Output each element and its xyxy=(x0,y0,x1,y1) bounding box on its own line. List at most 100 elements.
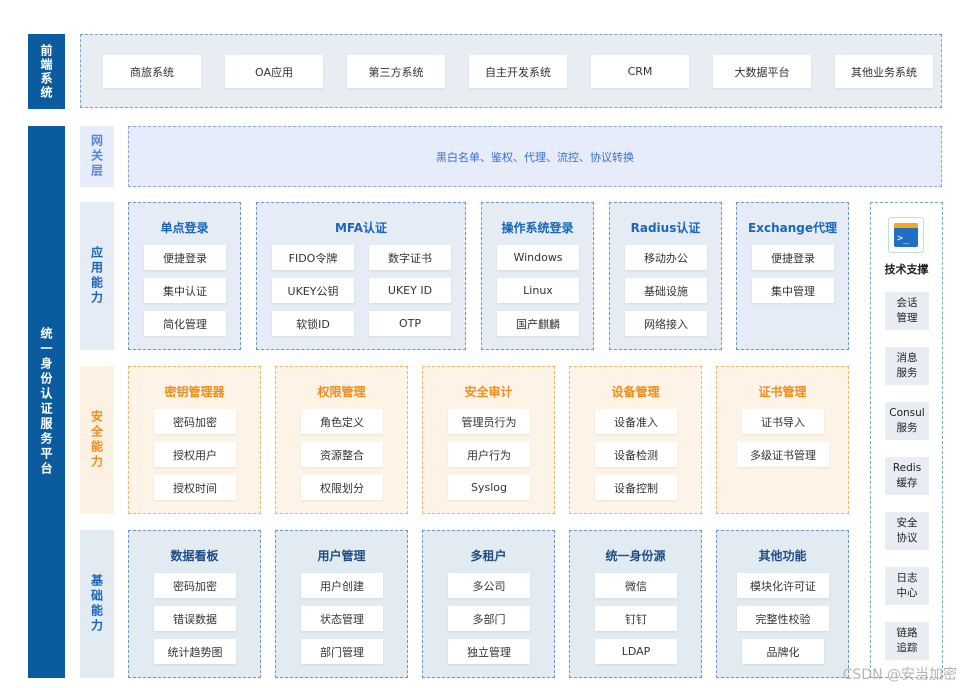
card-title: 密钥管理器 xyxy=(164,385,225,399)
card-item: LDAP xyxy=(595,639,677,664)
card-item: 多公司 xyxy=(448,573,530,598)
tech-item-redis: Redis 缓存 xyxy=(885,457,929,495)
card-item: 密码加密 xyxy=(154,573,236,598)
card-item: 用户创建 xyxy=(301,573,383,598)
card-title: 其他功能 xyxy=(758,549,807,563)
card-item: 统计趋势图 xyxy=(154,639,236,664)
card-item: 管理员行为 xyxy=(448,409,530,434)
card-item: Linux xyxy=(497,278,579,303)
card-item: 证书导入 xyxy=(742,409,824,434)
card-item: FIDO令牌 xyxy=(272,245,354,270)
card-item: 移动办公 xyxy=(625,245,707,270)
tech-item-tracing: 链路 追踪 xyxy=(885,622,929,660)
tech-item-consul: Consul 服务 xyxy=(885,402,929,440)
card-item: 便捷登录 xyxy=(752,245,834,270)
card-item: 用户行为 xyxy=(448,442,530,467)
card-radius: Radius认证 移动办公 基础设施 网络接入 xyxy=(609,202,722,350)
card-item: OTP xyxy=(369,311,451,336)
base-label: 基础能力 xyxy=(80,530,114,678)
card-item: 设备控制 xyxy=(595,475,677,500)
card-item: 密码加密 xyxy=(154,409,236,434)
frontend-label: 前端系统 xyxy=(28,34,65,109)
card-item: 便捷登录 xyxy=(144,245,226,270)
card-item: 授权用户 xyxy=(154,442,236,467)
card-item: 完整性校验 xyxy=(737,606,829,631)
card-item: 多部门 xyxy=(448,606,530,631)
card-title: 用户管理 xyxy=(317,549,366,563)
card-multi-tenant: 多租户 多公司 多部门 独立管理 xyxy=(422,530,555,678)
card-item: 设备准入 xyxy=(595,409,677,434)
card-title: 安全审计 xyxy=(464,385,513,399)
card-identity-source: 统一身份源 微信 钉钉 LDAP xyxy=(569,530,702,678)
card-item: UKEY公钥 xyxy=(272,278,354,303)
tech-item-message: 消息 服务 xyxy=(885,347,929,385)
card-title: MFA认证 xyxy=(334,221,388,235)
card-item: 设备检测 xyxy=(595,442,677,467)
card-os-login: 操作系统登录 Windows Linux 国产麒麟 xyxy=(481,202,594,350)
card-item: 错误数据 xyxy=(154,606,236,631)
card-audit: 安全审计 管理员行为 用户行为 Syslog xyxy=(422,366,555,514)
card-item: 独立管理 xyxy=(448,639,530,664)
card-item: 简化管理 xyxy=(144,311,226,336)
card-item: 模块化许可证 xyxy=(737,573,829,598)
card-title: 操作系统登录 xyxy=(501,221,574,235)
watermark: CSDN @安当加密 xyxy=(842,667,957,683)
card-title: Exchange代理 xyxy=(748,221,837,235)
system-chip: 自主开发系统 xyxy=(469,55,567,88)
card-item: Windows xyxy=(497,245,579,270)
card-key-manager: 密钥管理器 密码加密 授权用户 授权时间 xyxy=(128,366,261,514)
card-item: 状态管理 xyxy=(301,606,383,631)
card-item: Syslog xyxy=(448,475,530,500)
card-permission: 权限管理 角色定义 资源整合 权限划分 xyxy=(275,366,408,514)
card-item: 集中认证 xyxy=(144,278,226,303)
card-item: 多级证书管理 xyxy=(737,442,829,467)
card-item: 钉钉 xyxy=(595,606,677,631)
card-mfa: MFA认证 FIDO令牌 数字证书 UKEY公钥 UKEY ID 软锁ID OT… xyxy=(256,202,466,350)
card-item: 微信 xyxy=(595,573,677,598)
app-label: 应用能力 xyxy=(80,202,114,350)
gateway-label: 网关层 xyxy=(80,126,114,187)
gateway-panel: 黑白名单、鉴权、代理、流控、协议转换 xyxy=(128,126,942,187)
card-item: 部门管理 xyxy=(301,639,383,664)
card-title: 多租户 xyxy=(470,549,507,563)
card-title: 证书管理 xyxy=(758,385,807,399)
system-chip: CRM xyxy=(591,55,689,88)
card-item: 集中管理 xyxy=(752,278,834,303)
security-label: 安全能力 xyxy=(80,366,114,514)
tech-item-log-center: 日志 中心 xyxy=(885,567,929,605)
platform-label: 统一身份认证服务平台 xyxy=(28,126,65,678)
card-title: Radius认证 xyxy=(630,221,701,235)
card-title: 数据看板 xyxy=(170,549,219,563)
terminal-icon: >_ xyxy=(888,217,924,253)
gateway-text: 黑白名单、鉴权、代理、流控、协议转换 xyxy=(436,150,634,164)
frontend-systems-panel: 商旅系统 OA应用 第三方系统 自主开发系统 CRM 大数据平台 其他业务系统 xyxy=(80,34,942,108)
card-title: 单点登录 xyxy=(160,221,209,235)
card-item: 品牌化 xyxy=(742,639,824,664)
card-item: 资源整合 xyxy=(301,442,383,467)
card-item: 角色定义 xyxy=(301,409,383,434)
system-chip: 商旅系统 xyxy=(103,55,201,88)
system-chip: 大数据平台 xyxy=(713,55,811,88)
card-item: 网络接入 xyxy=(625,311,707,336)
card-title: 设备管理 xyxy=(611,385,660,399)
card-item: 数字证书 xyxy=(369,245,451,270)
card-certificate: 证书管理 证书导入 多级证书管理 xyxy=(716,366,849,514)
card-other-features: 其他功能 模块化许可证 完整性校验 品牌化 xyxy=(716,530,849,678)
card-title: 权限管理 xyxy=(317,385,366,399)
tech-support-title: 技术支撑 xyxy=(884,263,929,276)
card-item: 权限划分 xyxy=(301,475,383,500)
card-user-mgmt: 用户管理 用户创建 状态管理 部门管理 xyxy=(275,530,408,678)
system-chip: 第三方系统 xyxy=(347,55,445,88)
card-title: 统一身份源 xyxy=(605,549,666,563)
card-item: 授权时间 xyxy=(154,475,236,500)
card-device: 设备管理 设备准入 设备检测 设备控制 xyxy=(569,366,702,514)
tech-item-session: 会话 管理 xyxy=(885,292,929,330)
card-item: 软锁ID xyxy=(272,311,354,336)
card-item: 国产麒麟 xyxy=(497,311,579,336)
tech-support-panel: >_ 技术支撑 会话 管理 消息 服务 Consul 服务 Redis 缓存 安全 协议 … xyxy=(870,202,943,678)
card-dashboard: 数据看板 密码加密 错误数据 统计趋势图 xyxy=(128,530,261,678)
card-sso: 单点登录 便捷登录 集中认证 简化管理 xyxy=(128,202,241,350)
system-chip: 其他业务系统 xyxy=(835,55,933,88)
card-exchange: Exchange代理 便捷登录 集中管理 xyxy=(736,202,849,350)
system-chip: OA应用 xyxy=(225,55,323,88)
